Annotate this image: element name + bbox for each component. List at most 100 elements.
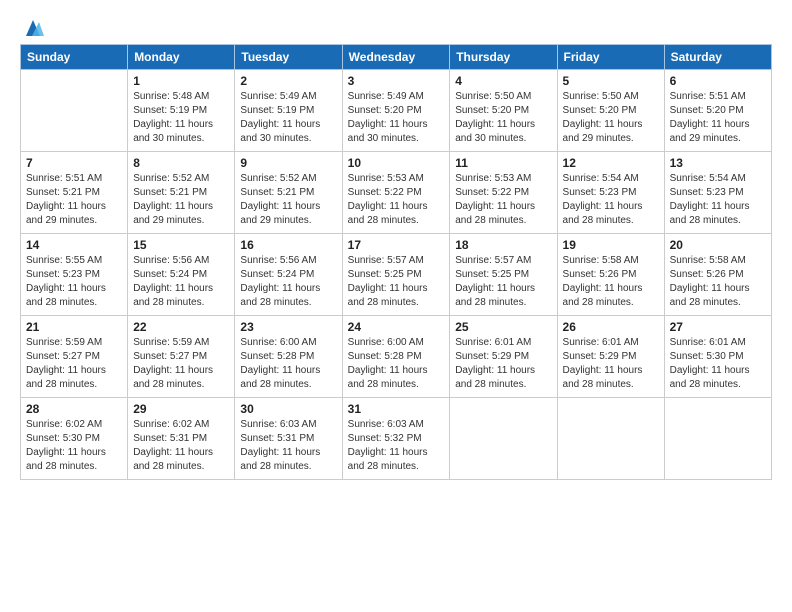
week-row-1: 7Sunrise: 5:51 AM Sunset: 5:21 PM Daylig… xyxy=(21,152,772,234)
calendar-cell: 28 Sunrise: 6:02 AM Sunset: 5:30 PM Dayli… xyxy=(21,398,128,480)
calendar-cell: 23 Sunrise: 6:00 AM Sunset: 5:28 PM Dayli… xyxy=(235,316,342,398)
day-number: 2 xyxy=(240,74,336,88)
day-number: 24 xyxy=(348,320,445,334)
calendar-cell xyxy=(21,70,128,152)
day-info: Sunrise: 5:56 AM Sunset: 5:24 PM Dayligh… xyxy=(240,254,336,310)
day-number: 28 xyxy=(26,402,122,416)
day-info: Sunrise: 5:52 AM Sunset: 5:21 PM Dayligh… xyxy=(133,172,229,228)
calendar-cell: 19Sunrise: 5:58 AM Sunset: 5:26 PM Dayli… xyxy=(557,234,664,316)
calendar-cell: 1Sunrise: 5:48 AM Sunset: 5:19 PM Daylig… xyxy=(128,70,235,152)
day-number: 6 xyxy=(670,74,766,88)
calendar-cell: 24 Sunrise: 6:00 AM Sunset: 5:28 PM Dayli… xyxy=(342,316,450,398)
calendar-cell: 17Sunrise: 5:57 AM Sunset: 5:25 PM Dayli… xyxy=(342,234,450,316)
day-number: 23 xyxy=(240,320,336,334)
calendar-cell xyxy=(450,398,557,480)
calendar-cell: 8 Sunrise: 5:52 AM Sunset: 5:21 PM Daylig… xyxy=(128,152,235,234)
calendar-cell xyxy=(664,398,771,480)
day-info: Sunrise: 5:50 AM Sunset: 5:20 PM Dayligh… xyxy=(563,90,659,146)
day-info: Sunrise: 5:57 AM Sunset: 5:25 PM Dayligh… xyxy=(455,254,551,310)
calendar-cell: 2 Sunrise: 5:49 AM Sunset: 5:19 PM Daylig… xyxy=(235,70,342,152)
calendar-cell: 14 Sunrise: 5:55 AM Sunset: 5:23 PM Dayli… xyxy=(21,234,128,316)
day-number: 4 xyxy=(455,74,551,88)
day-info: Sunrise: 6:01 AM Sunset: 5:30 PM Dayligh… xyxy=(670,336,766,392)
day-number: 22 xyxy=(133,320,229,334)
week-row-0: 1Sunrise: 5:48 AM Sunset: 5:19 PM Daylig… xyxy=(21,70,772,152)
day-info: Sunrise: 5:51 AM Sunset: 5:21 PM Dayligh… xyxy=(26,172,122,228)
calendar-cell: 11 Sunrise: 5:53 AM Sunset: 5:22 PM Dayli… xyxy=(450,152,557,234)
day-number: 8 xyxy=(133,156,229,170)
day-number: 30 xyxy=(240,402,336,416)
day-number: 16 xyxy=(240,238,336,252)
day-number: 21 xyxy=(26,320,122,334)
day-info: Sunrise: 5:54 AM Sunset: 5:23 PM Dayligh… xyxy=(563,172,659,228)
day-info: Sunrise: 5:59 AM Sunset: 5:27 PM Dayligh… xyxy=(26,336,122,392)
day-info: Sunrise: 6:01 AM Sunset: 5:29 PM Dayligh… xyxy=(563,336,659,392)
day-info: Sunrise: 5:55 AM Sunset: 5:23 PM Dayligh… xyxy=(26,254,122,310)
week-row-4: 28 Sunrise: 6:02 AM Sunset: 5:30 PM Dayli… xyxy=(21,398,772,480)
day-info: Sunrise: 5:51 AM Sunset: 5:20 PM Dayligh… xyxy=(670,90,766,146)
day-info: Sunrise: 5:52 AM Sunset: 5:21 PM Dayligh… xyxy=(240,172,336,228)
calendar-cell: 7Sunrise: 5:51 AM Sunset: 5:21 PM Daylig… xyxy=(21,152,128,234)
day-number: 5 xyxy=(563,74,659,88)
day-info: Sunrise: 6:02 AM Sunset: 5:30 PM Dayligh… xyxy=(26,418,122,474)
day-info: Sunrise: 5:50 AM Sunset: 5:20 PM Dayligh… xyxy=(455,90,551,146)
calendar-cell: 9 Sunrise: 5:52 AM Sunset: 5:21 PM Daylig… xyxy=(235,152,342,234)
calendar-cell xyxy=(557,398,664,480)
day-number: 25 xyxy=(455,320,551,334)
col-header-monday: Monday xyxy=(128,45,235,70)
day-number: 17 xyxy=(348,238,445,252)
day-info: Sunrise: 6:00 AM Sunset: 5:28 PM Dayligh… xyxy=(348,336,445,392)
day-info: Sunrise: 5:49 AM Sunset: 5:19 PM Dayligh… xyxy=(240,90,336,146)
col-header-saturday: Saturday xyxy=(664,45,771,70)
day-number: 31 xyxy=(348,402,445,416)
day-number: 13 xyxy=(670,156,766,170)
header xyxy=(20,18,772,36)
calendar-header-row: SundayMondayTuesdayWednesdayThursdayFrid… xyxy=(21,45,772,70)
day-number: 29 xyxy=(133,402,229,416)
day-number: 26 xyxy=(563,320,659,334)
day-number: 18 xyxy=(455,238,551,252)
calendar-cell: 22Sunrise: 5:59 AM Sunset: 5:27 PM Dayli… xyxy=(128,316,235,398)
calendar-cell: 26 Sunrise: 6:01 AM Sunset: 5:29 PM Dayli… xyxy=(557,316,664,398)
calendar-cell: 16 Sunrise: 5:56 AM Sunset: 5:24 PM Dayli… xyxy=(235,234,342,316)
day-info: Sunrise: 6:00 AM Sunset: 5:28 PM Dayligh… xyxy=(240,336,336,392)
col-header-thursday: Thursday xyxy=(450,45,557,70)
calendar-cell: 30 Sunrise: 6:03 AM Sunset: 5:31 PM Dayli… xyxy=(235,398,342,480)
calendar-cell: 10Sunrise: 5:53 AM Sunset: 5:22 PM Dayli… xyxy=(342,152,450,234)
day-info: Sunrise: 6:03 AM Sunset: 5:31 PM Dayligh… xyxy=(240,418,336,474)
day-number: 9 xyxy=(240,156,336,170)
calendar-cell: 18 Sunrise: 5:57 AM Sunset: 5:25 PM Dayli… xyxy=(450,234,557,316)
calendar-table: SundayMondayTuesdayWednesdayThursdayFrid… xyxy=(20,44,772,480)
day-number: 3 xyxy=(348,74,445,88)
day-number: 1 xyxy=(133,74,229,88)
day-number: 20 xyxy=(670,238,766,252)
calendar-cell: 4 Sunrise: 5:50 AM Sunset: 5:20 PM Daylig… xyxy=(450,70,557,152)
col-header-tuesday: Tuesday xyxy=(235,45,342,70)
day-number: 11 xyxy=(455,156,551,170)
logo xyxy=(20,18,44,36)
calendar-cell: 6 Sunrise: 5:51 AM Sunset: 5:20 PM Daylig… xyxy=(664,70,771,152)
calendar-cell: 3 Sunrise: 5:49 AM Sunset: 5:20 PM Daylig… xyxy=(342,70,450,152)
calendar-cell: 12 Sunrise: 5:54 AM Sunset: 5:23 PM Dayli… xyxy=(557,152,664,234)
day-info: Sunrise: 5:53 AM Sunset: 5:22 PM Dayligh… xyxy=(455,172,551,228)
page: SundayMondayTuesdayWednesdayThursdayFrid… xyxy=(0,0,792,612)
calendar-cell: 21 Sunrise: 5:59 AM Sunset: 5:27 PM Dayli… xyxy=(21,316,128,398)
day-number: 15 xyxy=(133,238,229,252)
day-info: Sunrise: 5:58 AM Sunset: 5:26 PM Dayligh… xyxy=(563,254,659,310)
day-number: 14 xyxy=(26,238,122,252)
calendar-cell: 20Sunrise: 5:58 AM Sunset: 5:26 PM Dayli… xyxy=(664,234,771,316)
day-number: 10 xyxy=(348,156,445,170)
calendar-cell: 29Sunrise: 6:02 AM Sunset: 5:31 PM Dayli… xyxy=(128,398,235,480)
col-header-friday: Friday xyxy=(557,45,664,70)
day-number: 27 xyxy=(670,320,766,334)
day-info: Sunrise: 5:56 AM Sunset: 5:24 PM Dayligh… xyxy=(133,254,229,310)
day-info: Sunrise: 6:03 AM Sunset: 5:32 PM Dayligh… xyxy=(348,418,445,474)
col-header-sunday: Sunday xyxy=(21,45,128,70)
calendar-cell: 5 Sunrise: 5:50 AM Sunset: 5:20 PM Daylig… xyxy=(557,70,664,152)
day-info: Sunrise: 5:54 AM Sunset: 5:23 PM Dayligh… xyxy=(670,172,766,228)
day-number: 12 xyxy=(563,156,659,170)
week-row-2: 14 Sunrise: 5:55 AM Sunset: 5:23 PM Dayli… xyxy=(21,234,772,316)
day-info: Sunrise: 5:49 AM Sunset: 5:20 PM Dayligh… xyxy=(348,90,445,146)
calendar-cell: 13 Sunrise: 5:54 AM Sunset: 5:23 PM Dayli… xyxy=(664,152,771,234)
col-header-wednesday: Wednesday xyxy=(342,45,450,70)
